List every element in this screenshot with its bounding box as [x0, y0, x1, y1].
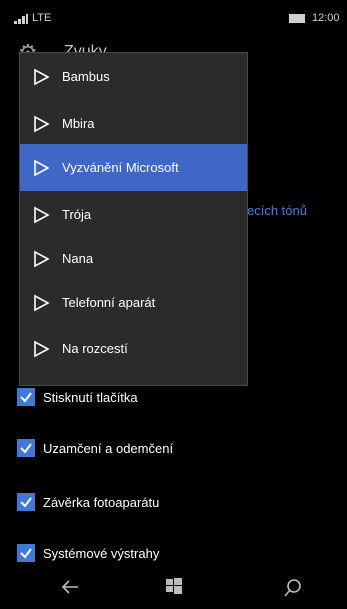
checkbox-row-lock-unlock[interactable]: Uzamčení a odemčení [17, 436, 173, 460]
ringtone-item-bambus[interactable]: Bambus [20, 53, 247, 100]
network-type: LTE [32, 12, 52, 24]
ringtone-item-vyzvaneni-microsoft[interactable]: Vyzvánění Microsoft [20, 144, 247, 191]
ringtone-label: Bambus [62, 69, 110, 84]
checkmark-icon [20, 443, 32, 454]
ringtone-item-nana[interactable]: Nana [20, 235, 247, 282]
play-icon [34, 206, 50, 223]
checkbox-label: Systémové výstrahy [43, 545, 160, 561]
checkbox-checked[interactable] [17, 544, 35, 562]
windows-logo-icon[interactable] [166, 578, 182, 594]
checkmark-icon [20, 392, 32, 403]
ringtone-label: Mbira [62, 116, 95, 131]
ringtone-dropdown[interactable]: Bambus Mbira Vyzvánění Microsoft Trója N… [19, 52, 248, 386]
checkbox-checked[interactable] [17, 493, 35, 511]
play-icon [34, 294, 50, 311]
signal-strength-icon [14, 14, 28, 24]
ringtone-item-mbira[interactable]: Mbira [20, 100, 247, 147]
play-icon [34, 250, 50, 267]
checkbox-row-button-press[interactable]: Stisknutí tlačítka [17, 385, 138, 409]
checkbox-label: Uzamčení a odemčení [43, 440, 174, 456]
battery-icon [289, 14, 305, 23]
clock-time: 12:00 [312, 12, 340, 24]
checkbox-label: Závěrka fotoaparátu [43, 494, 160, 510]
checkbox-row-camera-shutter[interactable]: Závěrka fotoaparátu [17, 490, 159, 514]
play-icon [34, 115, 50, 132]
play-icon [34, 340, 50, 357]
play-icon [34, 159, 50, 176]
ringtone-label: Trója [62, 207, 92, 222]
checkmark-icon [20, 497, 32, 508]
search-icon[interactable] [283, 578, 303, 598]
ringtone-item-troja[interactable]: Trója [20, 191, 247, 238]
play-icon [34, 68, 50, 85]
checkbox-checked[interactable] [17, 388, 35, 406]
ringtone-label: Telefonní aparát [62, 295, 156, 310]
ringtone-label: Vyzvánění Microsoft [62, 160, 179, 175]
ringtone-label: Na rozcestí [62, 341, 128, 356]
checkbox-label: Stisknutí tlačítka [43, 389, 138, 405]
ringtone-item-telefonni-aparat[interactable]: Telefonní aparát [20, 279, 247, 326]
ringtone-label: Nana [62, 251, 94, 266]
checkmark-icon [20, 548, 32, 559]
background-link-text[interactable]: ecích tónů [247, 203, 307, 218]
checkbox-row-system-alerts[interactable]: Systémové výstrahy [17, 541, 159, 565]
back-arrow-icon[interactable] [58, 575, 82, 599]
ringtone-item-na-rozcesti[interactable]: Na rozcestí [20, 325, 247, 372]
checkbox-checked[interactable] [17, 439, 35, 457]
